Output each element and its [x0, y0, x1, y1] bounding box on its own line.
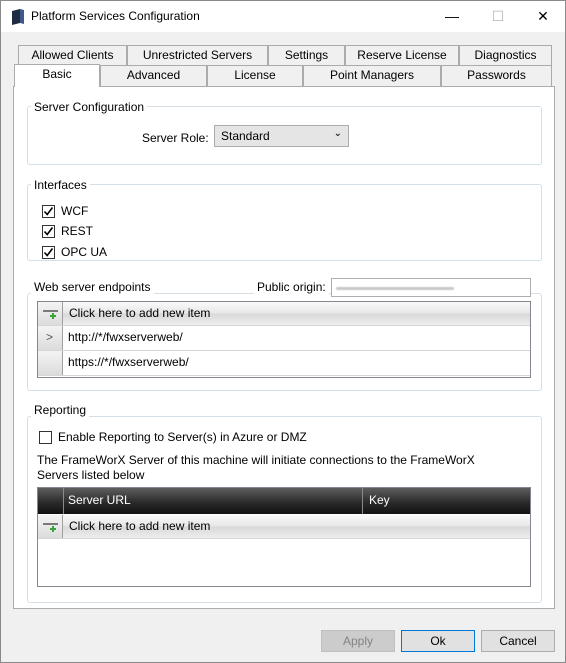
add-new-row[interactable]: Click here to add new item — [38, 515, 530, 539]
tab-allowed-clients[interactable]: Allowed Clients — [18, 45, 127, 66]
endpoint-url-cell[interactable]: https://*/fwxserverweb/ — [68, 355, 189, 369]
tab-license[interactable]: License — [207, 65, 303, 86]
close-button[interactable]: ✕ — [520, 1, 566, 32]
row-header: > — [38, 326, 63, 350]
server-role-select[interactable]: Standard ⌄ — [214, 125, 349, 147]
row-header — [38, 302, 63, 325]
add-new-item-text: Click here to add new item — [69, 519, 211, 533]
grid-header: Server URL Key — [38, 488, 530, 514]
app-icon — [12, 9, 24, 25]
enable-reporting-checkbox[interactable] — [39, 431, 52, 444]
tab-diagnostics[interactable]: Diagnostics — [459, 45, 552, 66]
column-separator — [63, 488, 64, 514]
reporting-legend: Reporting — [31, 403, 90, 417]
column-separator — [362, 488, 363, 514]
column-header-server-url[interactable]: Server URL — [68, 493, 131, 507]
wcf-label: WCF — [61, 204, 89, 218]
wcf-checkbox[interactable] — [42, 205, 55, 218]
add-row-icon — [43, 523, 58, 532]
checkmark-icon — [43, 207, 54, 216]
reporting-description-line1: The FrameWorX Server of this machine wil… — [37, 453, 475, 467]
add-new-row[interactable]: Click here to add new item — [38, 302, 530, 326]
row-header — [38, 515, 63, 538]
add-row-icon — [43, 310, 58, 319]
rest-checkbox[interactable] — [42, 225, 55, 238]
public-origin-input[interactable] — [331, 278, 531, 297]
reporting-description-line2: Servers listed below — [37, 468, 145, 482]
title-bar: Platform Services Configuration — ☐ ✕ — [1, 1, 565, 32]
checkmark-icon — [43, 248, 54, 257]
ok-button[interactable]: Ok — [401, 630, 475, 652]
redacted-value — [336, 287, 454, 290]
table-row[interactable]: > http://*/fwxserverweb/ — [38, 326, 530, 351]
checkmark-icon — [43, 227, 54, 236]
maximize-button[interactable]: ☐ — [475, 1, 521, 32]
enable-reporting-label: Enable Reporting to Server(s) in Azure o… — [58, 430, 307, 444]
tab-reserve-license[interactable]: Reserve License — [345, 45, 459, 66]
server-role-value: Standard — [221, 129, 270, 143]
row-header — [38, 351, 63, 375]
dialog-window: Platform Services Configuration — ☐ ✕ Al… — [0, 0, 566, 663]
interfaces-legend: Interfaces — [31, 178, 90, 192]
apply-button[interactable]: Apply — [321, 630, 395, 652]
server-role-label: Server Role: — [142, 131, 209, 145]
server-configuration-legend: Server Configuration — [31, 100, 148, 114]
tab-basic[interactable]: Basic — [14, 64, 100, 87]
tab-settings[interactable]: Settings — [268, 45, 345, 66]
opc-ua-label: OPC UA — [61, 245, 108, 259]
chevron-down-icon: ⌄ — [333, 128, 342, 139]
opc-ua-checkbox[interactable] — [42, 246, 55, 259]
endpoints-grid: Click here to add new item > http://*/fw… — [37, 301, 531, 378]
cancel-button[interactable]: Cancel — [481, 630, 555, 652]
column-header-key[interactable]: Key — [369, 493, 390, 507]
tab-unrestricted-servers[interactable]: Unrestricted Servers — [127, 45, 268, 66]
tab-point-managers[interactable]: Point Managers — [303, 65, 441, 86]
add-new-item-text: Click here to add new item — [69, 306, 211, 320]
tab-passwords[interactable]: Passwords — [441, 65, 552, 86]
table-row[interactable]: https://*/fwxserverweb/ — [38, 351, 530, 376]
basic-tab-panel: Server Configuration Server Role: Standa… — [13, 86, 555, 609]
tab-advanced[interactable]: Advanced — [100, 65, 207, 86]
current-row-icon: > — [46, 330, 54, 344]
minimize-button[interactable]: — — [429, 1, 475, 32]
public-origin-label: Public origin: — [254, 280, 329, 294]
reporting-servers-grid: Server URL Key Click here to add new ite… — [37, 487, 531, 587]
web-endpoints-legend: Web server endpoints — [31, 280, 154, 294]
endpoint-url-cell[interactable]: http://*/fwxserverweb/ — [68, 330, 183, 344]
rest-label: REST — [61, 224, 94, 238]
window-title: Platform Services Configuration — [31, 9, 200, 23]
